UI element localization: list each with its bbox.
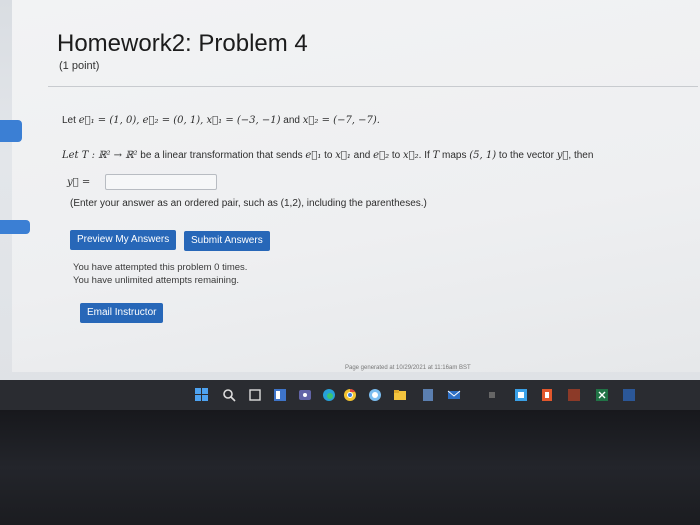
file-explorer-icon[interactable] <box>393 388 407 402</box>
answer-input[interactable] <box>105 174 217 190</box>
preview-answers-button[interactable]: Preview My Answers <box>70 230 177 250</box>
left-edge-tab[interactable] <box>0 120 22 142</box>
search-icon[interactable] <box>222 388 236 402</box>
attempts-remaining: You have unlimited attempts remaining. <box>73 275 239 286</box>
divider <box>48 86 698 87</box>
word-icon[interactable] <box>622 388 636 402</box>
attempts-count: You have attempted this problem 0 times. <box>73 262 248 273</box>
excel-icon[interactable] <box>595 388 609 402</box>
submit-answers-button[interactable]: Submit Answers <box>184 231 270 251</box>
browser-screen: Homework2: Problem 4 (1 point) Let e⃗₁ =… <box>0 0 700 392</box>
teams-chat-icon[interactable] <box>298 388 312 402</box>
arrow-icon[interactable] <box>485 388 499 402</box>
vector-e1: e⃗₁ = (1, 0), <box>78 115 143 126</box>
office-icon[interactable] <box>540 388 554 402</box>
task-view-icon[interactable] <box>248 388 262 402</box>
problem-vectors-line: Let e⃗₁ = (1, 0), e⃗₂ = (0, 1), x⃗₁ = (−… <box>62 115 380 126</box>
mail-icon[interactable] <box>447 388 461 402</box>
answer-label: y⃗ = <box>67 177 91 188</box>
vector-x2: x⃗₂ = (−7, −7). <box>302 115 380 126</box>
problem-points: (1 point) <box>59 60 100 72</box>
app-icon[interactable] <box>514 388 528 402</box>
webwork-page: Homework2: Problem 4 (1 point) Let e⃗₁ =… <box>12 0 700 372</box>
vector-x1: x⃗₁ = (−3, −1) <box>206 115 281 126</box>
problem-title: Homework2: Problem 4 <box>57 30 308 57</box>
left-edge-tab[interactable] <box>0 220 30 234</box>
answer-hint: (Enter your answer as an ordered pair, s… <box>70 198 427 209</box>
vector-e2: e⃗₂ = (0, 1), <box>142 115 207 126</box>
chrome-icon[interactable] <box>343 388 357 402</box>
laptop-bezel <box>0 410 700 525</box>
calculator-icon[interactable] <box>421 388 435 402</box>
email-instructor-button[interactable]: Email Instructor <box>80 303 164 323</box>
edge-icon[interactable] <box>322 388 336 402</box>
page-footer: Page generated at 10/29/2021 at 11:16am … <box>345 365 471 371</box>
onenote-icon[interactable] <box>567 388 581 402</box>
taskbar <box>0 380 700 410</box>
windows-start-icon[interactable] <box>195 388 209 402</box>
browser-icon[interactable] <box>368 388 382 402</box>
problem-transform-line: Let T : ℝ² → ℝ² be a linear transformati… <box>62 150 594 161</box>
widgets-icon[interactable] <box>273 388 287 402</box>
